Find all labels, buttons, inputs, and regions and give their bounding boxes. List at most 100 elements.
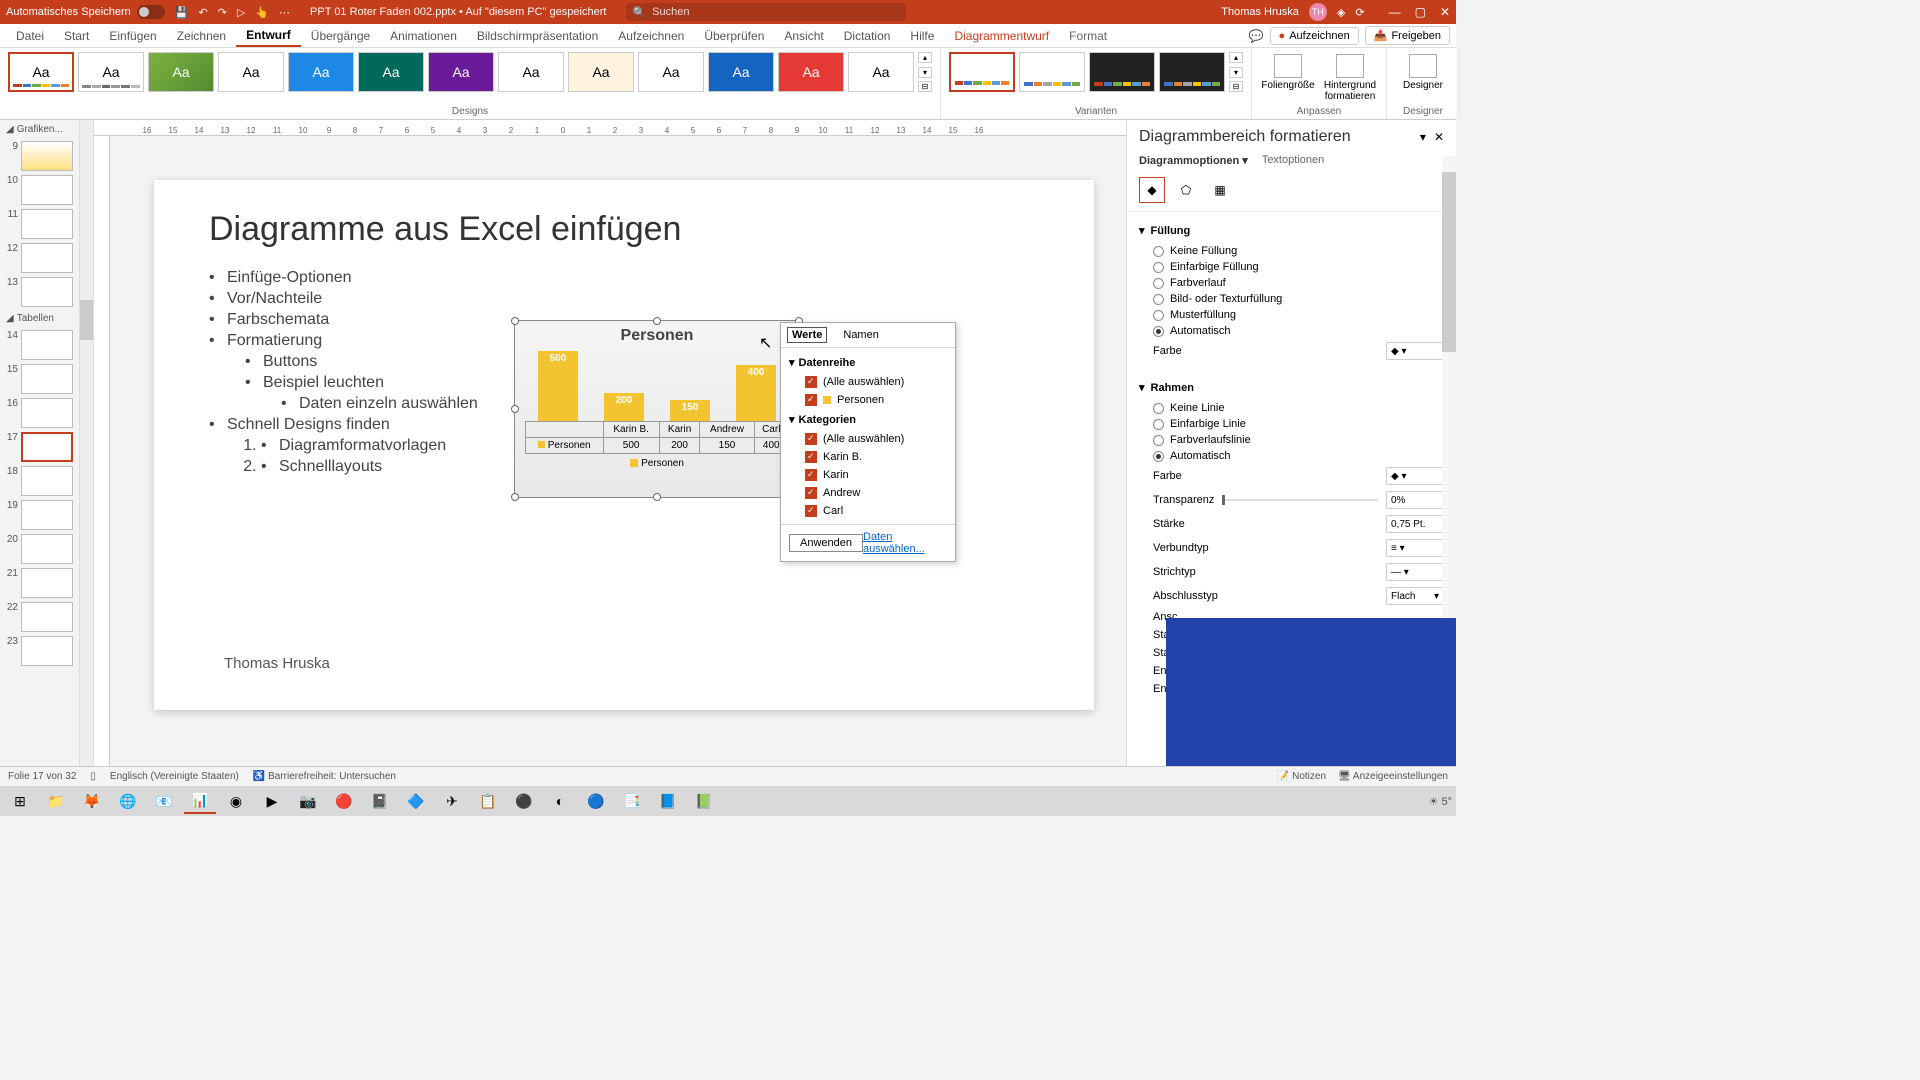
resize-handle[interactable] <box>653 317 661 325</box>
resize-handle[interactable] <box>511 405 519 413</box>
filter-cat-carl[interactable]: Carl <box>789 502 947 520</box>
outlook-icon[interactable]: 📧 <box>148 788 180 814</box>
fill-section-header[interactable]: ▾ Füllung <box>1139 224 1444 237</box>
share-button[interactable]: 📤Freigeben <box>1365 26 1450 45</box>
width-input[interactable]: 0,75 Pt. <box>1386 515 1444 533</box>
tab-einfuegen[interactable]: Einfügen <box>99 26 166 46</box>
design-theme-13[interactable]: Aa <box>848 52 914 92</box>
vlc-icon[interactable]: ▶ <box>256 788 288 814</box>
filter-cat-all[interactable]: (Alle auswählen) <box>789 430 947 448</box>
design-theme-9[interactable]: Aa <box>568 52 634 92</box>
design-theme-2[interactable]: Aa <box>78 52 144 92</box>
tab-datei[interactable]: Datei <box>6 26 54 46</box>
compound-picker[interactable]: ≡ ▾ <box>1386 539 1444 557</box>
slide-author[interactable]: Thomas Hruska <box>224 655 330 672</box>
slide-thumb-21[interactable]: 21 <box>4 568 75 598</box>
chart-data-table[interactable]: Karin B.KarinAndrewCarl Personen50020015… <box>525 421 789 454</box>
excel-icon[interactable]: 📗 <box>688 788 720 814</box>
design-theme-12[interactable]: Aa <box>778 52 844 92</box>
fill-auto[interactable]: Automatisch <box>1139 323 1444 339</box>
save-icon[interactable]: 💾 <box>175 6 189 19</box>
select-data-link[interactable]: Daten auswählen... <box>863 531 947 555</box>
onenote-icon[interactable]: 📓 <box>364 788 396 814</box>
touch-mode-icon[interactable]: 👆 <box>255 6 269 19</box>
variant-1[interactable] <box>949 52 1015 92</box>
slide-counter[interactable]: Folie 17 von 32 <box>8 771 76 782</box>
app-icon-7[interactable]: 🔵 <box>580 788 612 814</box>
dash-picker[interactable]: — ▾ <box>1386 563 1444 581</box>
design-theme-8[interactable]: Aa <box>498 52 564 92</box>
qat-customize-icon[interactable]: ⋯ <box>279 6 290 19</box>
tab-diagrammentwurf[interactable]: Diagrammentwurf <box>944 26 1059 46</box>
weather-widget[interactable]: ☀ 5° <box>1429 795 1452 808</box>
transparency-input[interactable]: 0% <box>1386 491 1444 509</box>
chart-plot-area[interactable]: 500 200 150 400 <box>515 351 799 421</box>
design-theme-4[interactable]: Aa <box>218 52 284 92</box>
record-button[interactable]: ●Aufzeichnen <box>1270 27 1359 45</box>
format-background-button[interactable]: Hintergrund formatieren <box>1322 54 1378 102</box>
tab-ansicht[interactable]: Ansicht <box>774 26 833 46</box>
slide-thumb-23[interactable]: 23 <box>4 636 75 666</box>
slide-thumb-16[interactable]: 16 <box>4 398 75 428</box>
designs-expand[interactable]: ▴▾⊟ <box>918 52 932 92</box>
user-name[interactable]: Thomas Hruska <box>1221 6 1299 18</box>
resize-handle[interactable] <box>511 317 519 325</box>
sync-icon[interactable]: ⟳ <box>1355 6 1364 19</box>
designs-gallery[interactable]: Aa Aa Aa Aa Aa Aa Aa Aa Aa Aa Aa Aa Aa ▴… <box>4 50 936 94</box>
minimize-icon[interactable]: — <box>1389 5 1401 19</box>
app-icon-1[interactable]: ◉ <box>220 788 252 814</box>
slide-thumb-19[interactable]: 19 <box>4 500 75 530</box>
fill-none[interactable]: Keine Füllung <box>1139 243 1444 259</box>
slide-thumb-11[interactable]: 11 <box>4 209 75 239</box>
chart-bar-4[interactable]: 400 <box>736 365 776 421</box>
fill-picture[interactable]: Bild- oder Texturfüllung <box>1139 291 1444 307</box>
app-icon-9[interactable]: 📘 <box>652 788 684 814</box>
accessibility[interactable]: ♿ Barrierefreiheit: Untersuchen <box>253 771 396 782</box>
display-settings[interactable]: 🖥 Anzeigeeinstellungen <box>1338 771 1448 782</box>
variant-4[interactable] <box>1159 52 1225 92</box>
text-options-tab[interactable]: Textoptionen <box>1262 154 1324 167</box>
slide-thumb-12[interactable]: 12 <box>4 243 75 273</box>
app-icon-2[interactable]: 📷 <box>292 788 324 814</box>
fill-color-picker[interactable]: ◆ ▾ <box>1386 342 1444 360</box>
section-tabellen[interactable]: ◢ Tabellen <box>2 311 77 326</box>
slide-thumb-22[interactable]: 22 <box>4 602 75 632</box>
border-auto[interactable]: Automatisch <box>1139 448 1444 464</box>
fill-pattern[interactable]: Musterfüllung <box>1139 307 1444 323</box>
variant-3[interactable] <box>1089 52 1155 92</box>
chart-bar-3[interactable]: 150 <box>670 400 710 421</box>
filter-series-all[interactable]: (Alle auswählen) <box>789 373 947 391</box>
close-pane-icon[interactable]: ✕ <box>1434 130 1444 144</box>
variants-expand[interactable]: ▴▾⊟ <box>1229 52 1243 92</box>
design-theme-11[interactable]: Aa <box>708 52 774 92</box>
explorer-icon[interactable]: 📁 <box>40 788 72 814</box>
app-icon-5[interactable]: 📋 <box>472 788 504 814</box>
design-theme-3[interactable]: Aa <box>148 52 214 92</box>
diamond-icon[interactable]: ◈ <box>1337 6 1345 19</box>
tab-aufzeichnen[interactable]: Aufzeichnen <box>608 26 694 46</box>
app-icon-4[interactable]: 🔷 <box>400 788 432 814</box>
tab-ueberpruefen[interactable]: Überprüfen <box>694 26 774 46</box>
slide-thumb-18[interactable]: 18 <box>4 466 75 496</box>
obs-icon[interactable]: ⚫ <box>508 788 540 814</box>
filter-tab-values[interactable]: Werte <box>787 327 827 343</box>
redo-icon[interactable]: ↷ <box>218 6 227 19</box>
border-section-header[interactable]: ▾ Rahmen <box>1139 381 1444 394</box>
filter-categories-header[interactable]: ▾ Kategorien <box>789 413 947 426</box>
design-theme-6[interactable]: Aa <box>358 52 424 92</box>
filter-cat-andrew[interactable]: Andrew <box>789 484 947 502</box>
variant-2[interactable] <box>1019 52 1085 92</box>
tab-zeichnen[interactable]: Zeichnen <box>167 26 236 46</box>
chart-legend[interactable]: Personen <box>515 454 799 473</box>
tab-start[interactable]: Start <box>54 26 99 46</box>
tab-entwurf[interactable]: Entwurf <box>236 25 301 47</box>
size-props-icon[interactable]: ▦ <box>1207 177 1233 203</box>
slide-thumb-10[interactable]: 10 <box>4 175 75 205</box>
app-icon-8[interactable]: 📑 <box>616 788 648 814</box>
thumbs-scrollbar[interactable] <box>80 120 94 766</box>
design-theme-5[interactable]: Aa <box>288 52 354 92</box>
border-gradient[interactable]: Farbverlaufslinie <box>1139 432 1444 448</box>
resize-handle[interactable] <box>511 493 519 501</box>
filter-cat-karin[interactable]: Karin <box>789 466 947 484</box>
notes-button[interactable]: 📝 Notizen <box>1277 771 1326 782</box>
